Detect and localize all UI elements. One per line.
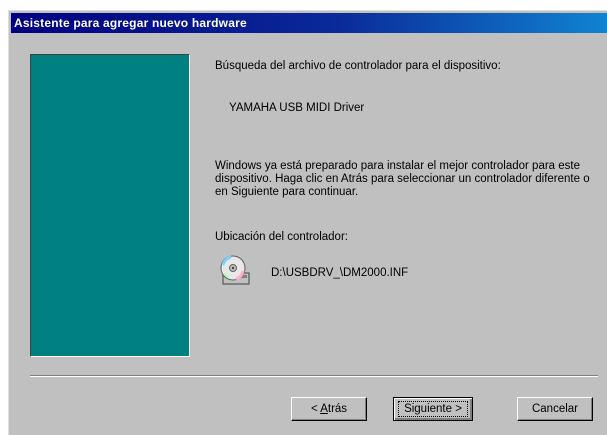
wizard-side-panel	[30, 54, 190, 357]
cancel-button[interactable]: Cancelar	[517, 397, 593, 421]
cd-disc-icon	[220, 255, 250, 285]
back-button-prefix: <	[310, 402, 321, 415]
back-button-accel: A	[320, 402, 328, 415]
next-button-label: Siguiente >	[398, 400, 468, 417]
back-button[interactable]: < Atrás	[291, 397, 367, 421]
window-title: Asistente para agregar nuevo hardware	[11, 13, 607, 33]
wizard-dialog: Asistente para agregar nuevo hardware Bú…	[8, 10, 607, 435]
next-button[interactable]: Siguiente >	[393, 397, 473, 421]
back-button-rest: trás	[327, 402, 348, 415]
search-heading: Búsqueda del archivo de controlador para…	[215, 60, 501, 72]
driver-location-path: D:\USBDRV_\DM2000.INF	[271, 267, 409, 279]
divider	[30, 375, 598, 377]
explanation-text: Windows ya está preparado para instalar …	[215, 160, 590, 198]
driver-location-label: Ubicación del controlador:	[215, 231, 348, 243]
driver-name: YAMAHA USB MIDI Driver	[229, 102, 365, 114]
